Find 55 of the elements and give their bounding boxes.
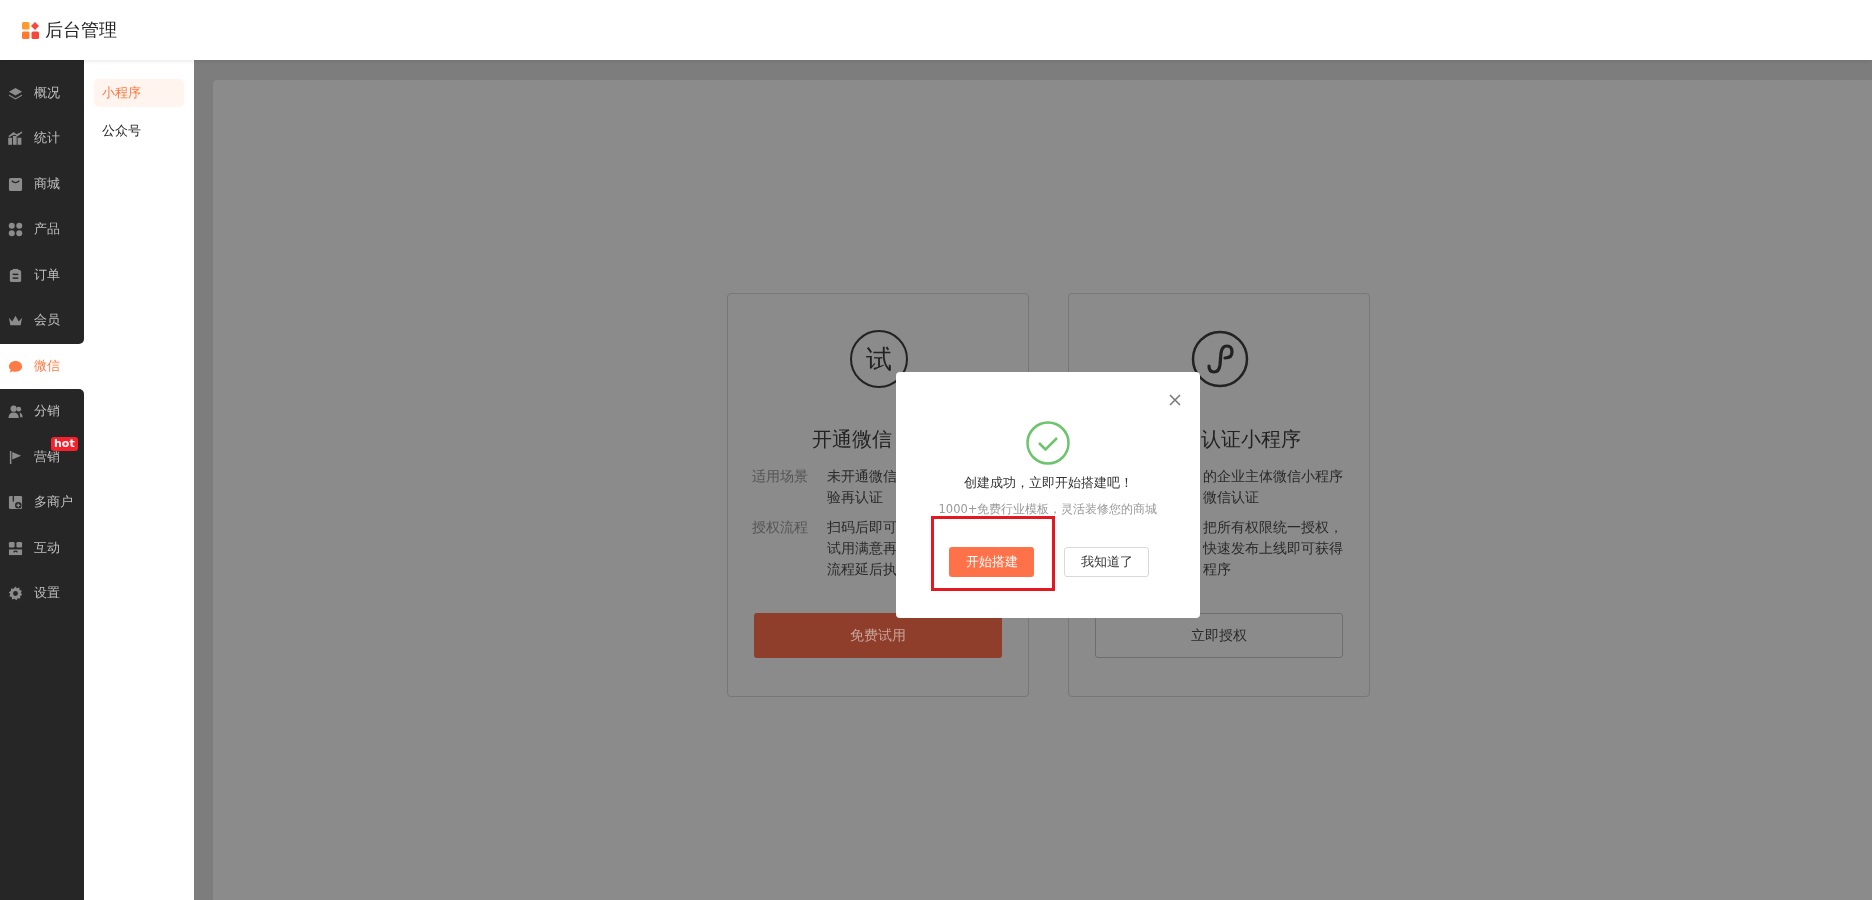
row-text: 快速发布上线即可获得 — [1203, 539, 1343, 558]
sidebar-label: 统计 — [34, 130, 60, 148]
check-circle-icon — [1026, 421, 1070, 465]
sidebar-label: 微信 — [34, 357, 60, 375]
dialog-hint: 1000+免费行业模板，灵活装修您的商城 — [938, 502, 1158, 517]
sidebar-item[interactable]: 商城 — [0, 161, 84, 207]
sidebar-item[interactable]: 概况 — [0, 60, 84, 116]
sidebar-item[interactable]: 产品 — [0, 207, 84, 253]
sidebar-label: 分销 — [34, 403, 60, 421]
sidebar-label: 商城 — [34, 175, 60, 193]
row-text: 流程延后执 — [827, 560, 897, 579]
sidebar-label: 会员 — [34, 312, 60, 330]
row-text: 扫码后即可 — [827, 518, 897, 537]
close-icon[interactable] — [1169, 394, 1181, 406]
sidebar-item[interactable]: 分销 — [0, 389, 84, 435]
sidebar-item[interactable]: 订单 — [0, 252, 84, 298]
sidebar-label: 多商户 — [34, 494, 73, 512]
bag-icon — [8, 176, 23, 192]
sidebar-item[interactable]: 统计 — [0, 116, 84, 162]
blocks-icon — [8, 540, 23, 556]
chat-icon — [8, 358, 23, 374]
chart-icon — [8, 131, 23, 147]
people-icon — [8, 404, 23, 420]
dismiss-button[interactable]: 我知道了 — [1064, 547, 1149, 577]
sidebar-label: 互动 — [34, 539, 60, 557]
sidebar-label: 订单 — [34, 266, 60, 284]
card-title: 认证小程序 — [1201, 426, 1301, 453]
layers-icon — [8, 85, 23, 101]
row-text: 把所有权限统一授权， — [1203, 518, 1343, 537]
sidebar-label: 概况 — [34, 84, 60, 102]
logo-icon — [22, 21, 39, 39]
sidebar-label: 产品 — [34, 221, 60, 239]
hot-badge: hot — [51, 436, 78, 451]
row-text: 程序 — [1203, 560, 1232, 579]
row-text: 微信认证 — [1203, 488, 1260, 507]
flag-icon — [8, 449, 23, 465]
app-title: 后台管理 — [45, 18, 117, 42]
dialog-message: 创建成功，立即开始搭建吧！ — [963, 475, 1133, 492]
card-title: 开通微信 — [812, 426, 892, 453]
submenu-item[interactable]: 公众号 — [94, 117, 184, 145]
clipboard-icon — [8, 267, 23, 283]
grid-icon — [8, 222, 23, 238]
sidebar-item[interactable]: 设置 — [0, 571, 84, 617]
row-text: 未开通微信 — [827, 467, 897, 486]
sidebar-item[interactable]: 会员 — [0, 298, 84, 344]
sidebar-item[interactable]: hot 营销 — [0, 434, 84, 480]
row-text: 验再认证 — [827, 488, 884, 507]
settings-icon — [8, 586, 23, 602]
sidebar-label: 营销 — [34, 448, 60, 466]
sidebar-label: 设置 — [34, 585, 60, 603]
sidebar-item[interactable]: 多商户 — [0, 480, 84, 526]
store-icon — [8, 495, 23, 511]
sidebar-item[interactable]: 互动 — [0, 525, 84, 571]
row-text: 的企业主体微信小程序 — [1203, 467, 1343, 486]
row-text: 试用满意再 — [827, 539, 897, 558]
